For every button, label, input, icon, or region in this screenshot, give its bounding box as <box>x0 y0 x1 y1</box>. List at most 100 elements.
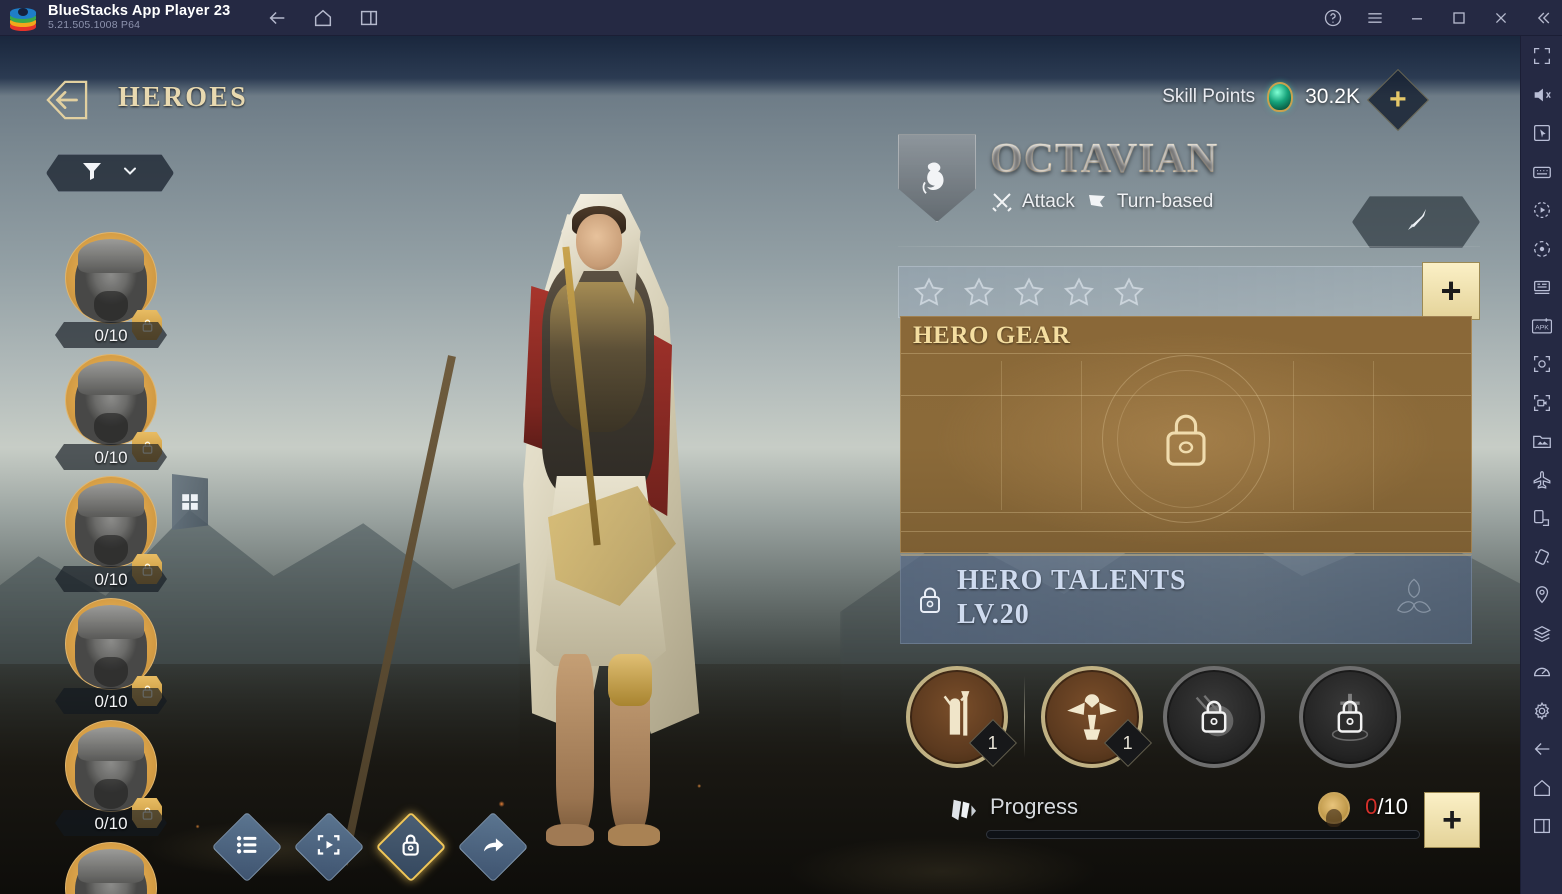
hero-tag-attack: Attack <box>990 190 1075 214</box>
hero-count: 0/10 <box>94 448 128 467</box>
hero-star-rating[interactable] <box>898 266 1480 318</box>
hero-tag-turnbased-label: Turn-based <box>1116 191 1214 212</box>
add-skill-points-button[interactable]: + <box>1366 68 1430 132</box>
skill-points-value: 30.2K <box>1305 85 1360 108</box>
hero-character-art <box>339 186 760 886</box>
hero-next-button[interactable] <box>457 811 529 883</box>
hero-list-item[interactable]: 0/10 <box>55 232 167 354</box>
hero-skills-row: 1 1 <box>902 662 1480 772</box>
hero-skill-slot[interactable] <box>1295 662 1405 772</box>
progress-add-button[interactable]: + <box>1424 792 1480 848</box>
shake-icon[interactable] <box>1530 545 1554 569</box>
collapse-sidebar-icon[interactable] <box>1532 7 1554 29</box>
progress-label: Progress <box>990 794 1079 819</box>
filter-icon <box>80 159 104 188</box>
airplane-mode-icon[interactable] <box>1530 468 1554 492</box>
lock-icon <box>917 586 943 614</box>
android-recents-icon[interactable] <box>1530 814 1554 838</box>
back-icon[interactable] <box>266 7 288 29</box>
bluestacks-logo <box>10 5 36 31</box>
lock-icon <box>1333 698 1367 736</box>
hero-tag-turnbased: Turn-based <box>1085 190 1213 214</box>
banner-icon <box>1085 190 1109 214</box>
hero-list-item[interactable] <box>56 842 166 894</box>
lock-icon <box>1159 409 1213 469</box>
hero-count: 0/10 <box>94 814 128 833</box>
bluestacks-sidebar: APK <box>1520 36 1562 894</box>
hero-talents-level: LV.20 <box>957 599 1030 630</box>
app-title: BlueStacks App Player 23 <box>48 2 231 19</box>
multi-instance-manager-icon[interactable] <box>1530 275 1554 299</box>
keyboard-controls-icon[interactable] <box>1530 160 1554 184</box>
help-icon[interactable] <box>1322 7 1344 29</box>
hero-list-item[interactable]: 0/10 <box>55 476 167 598</box>
rotate-screen-icon[interactable] <box>1530 506 1554 530</box>
hero-skill-slot[interactable] <box>1159 662 1269 772</box>
android-home-icon[interactable] <box>1530 776 1554 800</box>
menu-icon[interactable] <box>1364 7 1386 29</box>
talents-ornament-icon <box>1387 574 1441 628</box>
svg-text:APK: APK <box>1535 324 1549 331</box>
location-icon[interactable] <box>1530 583 1554 607</box>
back-button[interactable] <box>44 79 90 121</box>
maximize-icon[interactable] <box>1448 7 1470 29</box>
multi-instance-icon[interactable] <box>358 7 380 29</box>
performance-icon[interactable] <box>1530 660 1554 684</box>
screen-record-icon[interactable] <box>1530 391 1554 415</box>
panel-divider <box>898 246 1480 247</box>
plus-icon: + <box>1440 270 1462 311</box>
hero-lock-button[interactable] <box>375 811 447 883</box>
settings-icon[interactable] <box>1530 699 1554 723</box>
progress-shard-icon <box>948 796 978 824</box>
hero-crest-lion-icon <box>898 134 976 222</box>
star-icon <box>963 276 995 308</box>
home-icon[interactable] <box>312 7 334 29</box>
fullscreen-icon[interactable] <box>1530 44 1554 68</box>
hero-talents-panel[interactable]: HERO TALENTS LV.20 <box>900 554 1472 644</box>
crossed-swords-icon <box>990 190 1014 214</box>
hero-count: 0/10 <box>94 326 128 345</box>
plus-icon: + <box>1442 801 1462 839</box>
hero-list-item[interactable]: 0/10 <box>55 354 167 476</box>
hero-gear-panel[interactable]: HERO GEAR <box>900 316 1472 553</box>
android-back-icon[interactable] <box>1530 737 1554 761</box>
lock-icon <box>398 832 424 863</box>
hero-avatar <box>65 842 157 894</box>
progress-total: /10 <box>1377 794 1408 819</box>
upgrade-star-button[interactable]: + <box>1422 262 1480 320</box>
cursor-icon[interactable] <box>1530 121 1554 145</box>
expand-play-icon <box>316 832 342 863</box>
hero-list-item[interactable]: 0/10 <box>55 720 167 842</box>
install-apk-icon[interactable]: APK <box>1530 314 1554 338</box>
macro-play-icon[interactable] <box>1530 198 1554 222</box>
hero-grid-toggle-button[interactable] <box>172 474 208 530</box>
hero-count: 0/10 <box>94 570 128 589</box>
hero-preview-button[interactable] <box>293 811 365 883</box>
progress-bar <box>986 830 1420 839</box>
app-version: 5.21.505.1008 P64 <box>48 19 141 32</box>
skill-level-value: 1 <box>1122 732 1134 753</box>
media-manager-icon[interactable] <box>1530 429 1554 453</box>
list-icon <box>234 832 260 863</box>
progress-current: 0 <box>1365 794 1378 819</box>
close-icon[interactable] <box>1490 7 1512 29</box>
titlebar-window-controls <box>1322 7 1554 29</box>
minimize-icon[interactable] <box>1406 7 1428 29</box>
hero-skill-slot[interactable]: 1 <box>902 662 1018 772</box>
hero-filter-button[interactable] <box>46 154 174 192</box>
star-icon <box>913 276 945 308</box>
hero-list-item[interactable]: 0/10 <box>55 598 167 720</box>
mute-icon[interactable] <box>1530 83 1554 107</box>
star-icon <box>1113 276 1145 308</box>
layers-icon[interactable] <box>1530 622 1554 646</box>
skill-points-label: Skill Points <box>1162 86 1256 107</box>
arrow-forward-icon <box>480 832 506 863</box>
screenshot-icon[interactable] <box>1530 352 1554 376</box>
hero-detail-panel: OCTAVIAN Attack Turn-based + HERO GEAR H… <box>898 134 1480 848</box>
macro-record-icon[interactable] <box>1530 237 1554 261</box>
hero-list[interactable]: 0/10 0/10 0/10 0/10 0/10 <box>55 232 176 894</box>
hero-skill-slot[interactable]: 1 <box>1037 662 1153 772</box>
hero-weapon-swap-button[interactable] <box>1352 196 1480 248</box>
hero-list-button[interactable] <box>211 811 283 883</box>
chevron-down-icon <box>120 161 140 186</box>
